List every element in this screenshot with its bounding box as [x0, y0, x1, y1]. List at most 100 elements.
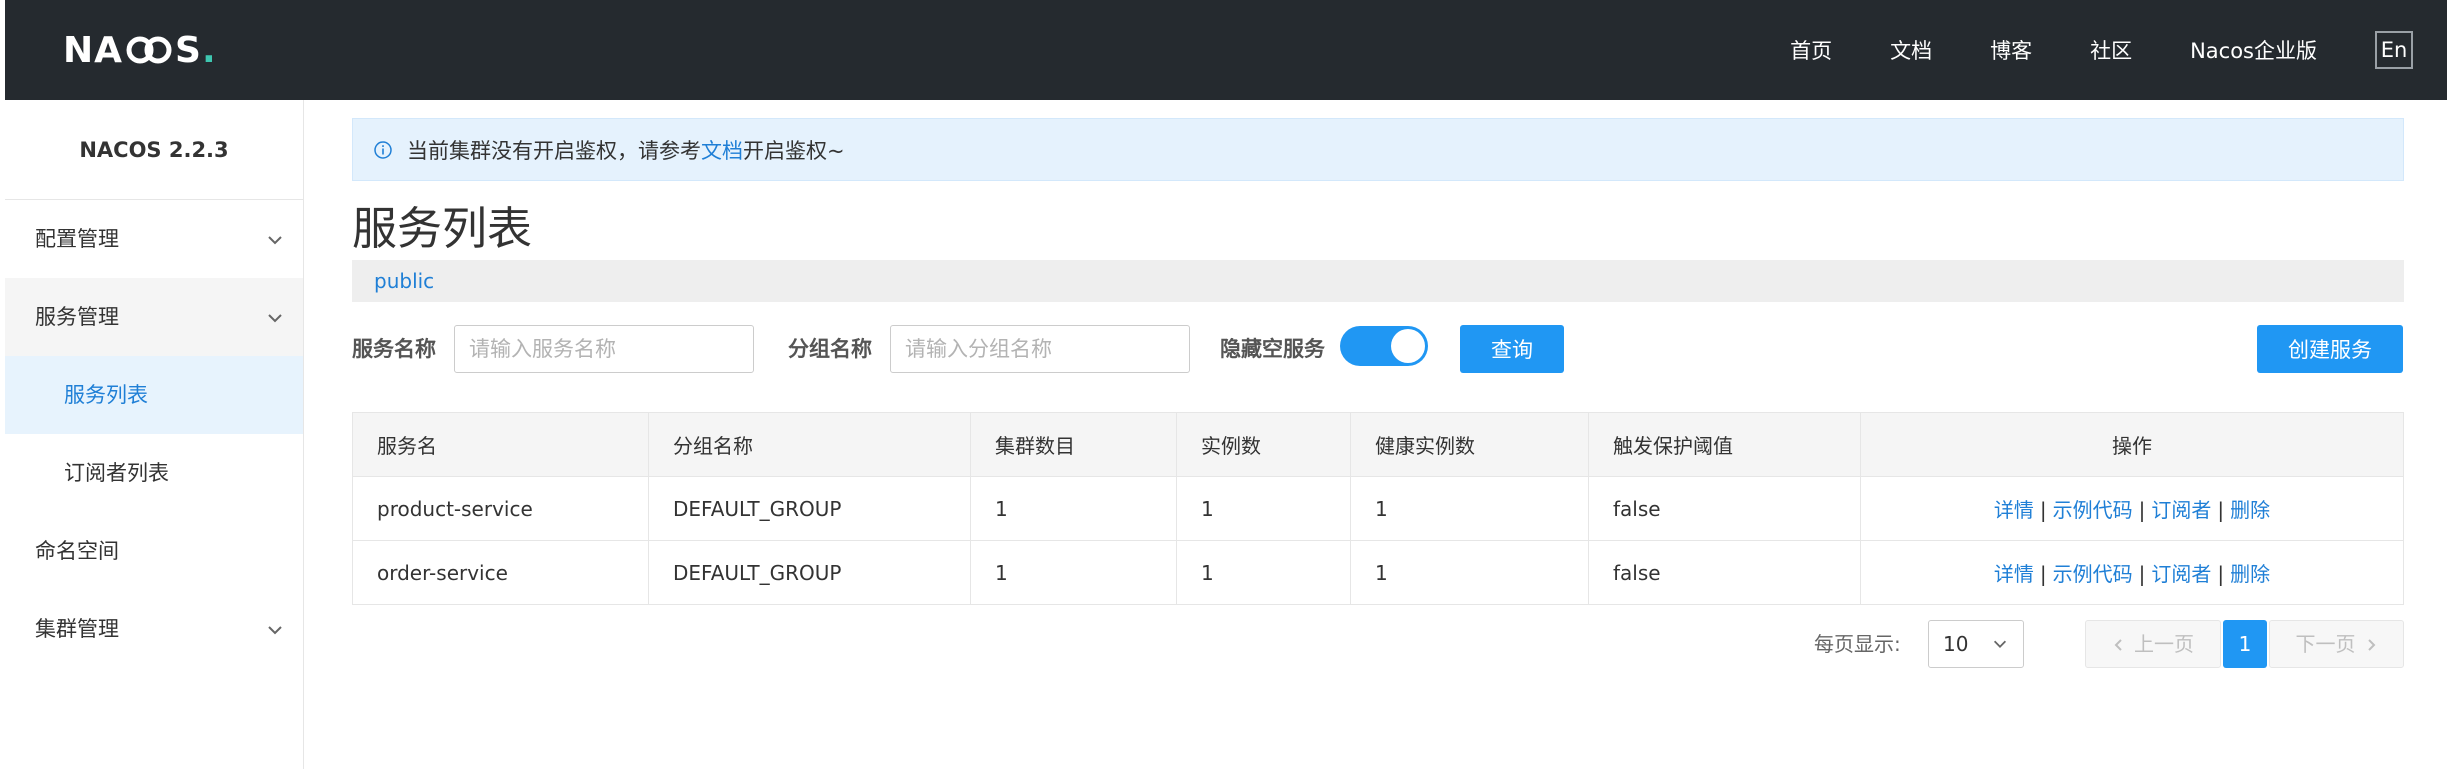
- sidebar-item-service-management[interactable]: 服务管理: [5, 278, 303, 356]
- cell-operations: 详情 | 示例代码 | 订阅者 | 删除: [1860, 476, 2404, 541]
- sidebar: NACOS 2.2.3 配置管理 服务管理 服务列表 订阅者列表 命名空间 集群…: [5, 100, 304, 769]
- column-header-operations: 操作: [1860, 412, 2404, 477]
- column-header-service-name: 服务名: [352, 412, 649, 477]
- nav-community[interactable]: 社区: [2090, 35, 2132, 65]
- table-row: order-service DEFAULT_GROUP 1 1 1 false …: [352, 540, 2404, 605]
- column-header-protect-threshold: 触发保护阈值: [1588, 412, 1861, 477]
- prev-page-label: 上一页: [2134, 632, 2194, 656]
- cell-group-name: DEFAULT_GROUP: [648, 476, 971, 541]
- namespace-tab-public[interactable]: public: [374, 269, 434, 293]
- top-nav: 首页 文档 博客 社区 Nacos企业版 En: [1790, 0, 2447, 100]
- delete-link[interactable]: 删除: [2230, 498, 2270, 522]
- cell-cluster-count: 1: [970, 476, 1177, 541]
- query-button[interactable]: 查询: [1460, 325, 1564, 373]
- version-label: NACOS 2.2.3: [5, 100, 303, 200]
- chevron-right-icon: [2367, 639, 2375, 651]
- cell-instance-count: 1: [1176, 476, 1351, 541]
- delete-link[interactable]: 删除: [2230, 562, 2270, 586]
- detail-link[interactable]: 详情: [1994, 498, 2034, 522]
- separator: |: [2217, 498, 2225, 522]
- sidebar-item-label: 服务列表: [64, 383, 148, 407]
- filter-bar: 服务名称 分组名称 隐藏空服务 查询 创建服务: [352, 324, 2404, 374]
- sidebar-item-service-list[interactable]: 服务列表: [5, 356, 303, 434]
- separator: |: [2138, 562, 2146, 586]
- logo-text-suffix: S: [175, 29, 202, 71]
- service-name-label: 服务名称: [352, 337, 436, 361]
- separator: |: [2217, 562, 2225, 586]
- language-switch-button[interactable]: En: [2375, 31, 2413, 69]
- chevron-down-icon: [268, 236, 282, 245]
- nacos-logo[interactable]: NA S .: [63, 27, 217, 73]
- cell-protect-threshold: false: [1588, 540, 1861, 605]
- chevron-down-icon: [268, 314, 282, 323]
- column-header-instance-count: 实例数: [1176, 412, 1351, 477]
- sidebar-item-label: 服务管理: [35, 305, 119, 329]
- sidebar-item-label: 配置管理: [35, 227, 119, 251]
- column-header-cluster-count: 集群数目: [970, 412, 1177, 477]
- hide-empty-services-label: 隐藏空服务: [1220, 337, 1325, 361]
- service-table: 服务名 分组名称 集群数目 实例数 健康实例数 触发保护阈值 操作 produc…: [352, 412, 2404, 605]
- page-size-label: 每页显示:: [1814, 632, 1901, 656]
- prev-page-button[interactable]: 上一页: [2085, 620, 2221, 668]
- sample-code-link[interactable]: 示例代码: [2053, 562, 2133, 586]
- logo-text-prefix: NA: [63, 29, 123, 71]
- notice-docs-link[interactable]: 文档: [701, 135, 743, 165]
- nav-home[interactable]: 首页: [1790, 35, 1832, 65]
- subscribers-link[interactable]: 订阅者: [2151, 562, 2211, 586]
- nav-docs[interactable]: 文档: [1890, 35, 1932, 65]
- next-page-button[interactable]: 下一页: [2269, 620, 2404, 668]
- nav-blog[interactable]: 博客: [1990, 35, 2032, 65]
- group-name-input[interactable]: [890, 325, 1190, 373]
- logo-dot: .: [201, 29, 217, 71]
- next-page-label: 下一页: [2295, 632, 2356, 656]
- notice-text-tail: 开启鉴权~: [743, 138, 845, 163]
- cell-healthy-instance-count: 1: [1350, 476, 1589, 541]
- notice-text: 当前集群没有开启鉴权，请参考: [407, 138, 701, 163]
- chevron-left-icon: [2114, 639, 2122, 651]
- subscribers-link[interactable]: 订阅者: [2151, 498, 2211, 522]
- separator: |: [2039, 562, 2047, 586]
- page-size-select[interactable]: 10: [1928, 620, 2024, 668]
- toggle-knob: [1391, 329, 1425, 363]
- separator: |: [2138, 498, 2146, 522]
- cell-service-name: product-service: [352, 476, 649, 541]
- page-size-value: 10: [1943, 632, 1969, 656]
- page-title: 服务列表: [352, 202, 533, 255]
- hide-empty-services-toggle[interactable]: [1340, 326, 1428, 366]
- detail-link[interactable]: 详情: [1994, 562, 2034, 586]
- pagination: 每页显示: 10 上一页 1 下一页: [352, 620, 2404, 668]
- sidebar-item-subscriber-list[interactable]: 订阅者列表: [5, 434, 303, 512]
- app-frame: NA S . 首页 文档 博客 社区 Nacos企业版 En NACOS 2.2…: [5, 0, 2447, 769]
- column-header-healthy-instance-count: 健康实例数: [1350, 412, 1589, 477]
- top-header: NA S . 首页 文档 博客 社区 Nacos企业版 En: [5, 0, 2447, 100]
- chevron-down-icon: [1993, 640, 2007, 648]
- cell-protect-threshold: false: [1588, 476, 1861, 541]
- create-service-button[interactable]: 创建服务: [2257, 325, 2403, 373]
- table-row: product-service DEFAULT_GROUP 1 1 1 fals…: [352, 476, 2404, 541]
- cell-healthy-instance-count: 1: [1350, 540, 1589, 605]
- column-header-group-name: 分组名称: [648, 412, 971, 477]
- auth-notice-banner: 当前集群没有开启鉴权，请参考 文档 开启鉴权~: [352, 118, 2404, 181]
- sample-code-link[interactable]: 示例代码: [2053, 498, 2133, 522]
- cell-operations: 详情 | 示例代码 | 订阅者 | 删除: [1860, 540, 2404, 605]
- cell-service-name: order-service: [352, 540, 649, 605]
- cell-cluster-count: 1: [970, 540, 1177, 605]
- sidebar-item-label: 命名空间: [35, 539, 119, 563]
- sidebar-item-label: 订阅者列表: [64, 461, 169, 485]
- sidebar-item-config-management[interactable]: 配置管理: [5, 200, 303, 278]
- nav-enterprise[interactable]: Nacos企业版: [2190, 35, 2317, 65]
- logo-co-mark-icon: [126, 36, 172, 64]
- info-icon: [374, 140, 392, 159]
- group-name-label: 分组名称: [788, 337, 872, 361]
- cell-group-name: DEFAULT_GROUP: [648, 540, 971, 605]
- sidebar-item-label: 集群管理: [35, 617, 119, 641]
- service-name-input[interactable]: [454, 325, 754, 373]
- sidebar-item-namespace[interactable]: 命名空间: [5, 512, 303, 590]
- namespace-bar: public: [352, 260, 2404, 302]
- cell-instance-count: 1: [1176, 540, 1351, 605]
- page-number-current[interactable]: 1: [2223, 620, 2267, 668]
- separator: |: [2039, 498, 2047, 522]
- chevron-down-icon: [268, 626, 282, 635]
- sidebar-item-cluster-management[interactable]: 集群管理: [5, 590, 303, 668]
- table-header-row: 服务名 分组名称 集群数目 实例数 健康实例数 触发保护阈值 操作: [352, 412, 2404, 477]
